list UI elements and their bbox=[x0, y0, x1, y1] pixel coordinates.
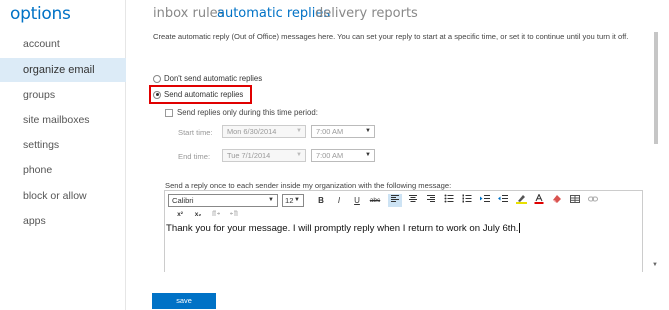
bulleted-list-button[interactable] bbox=[442, 194, 456, 207]
sidebar-item-settings[interactable]: settings bbox=[0, 133, 126, 157]
indent-button[interactable] bbox=[478, 194, 492, 207]
sidebar-item-block-or-allow[interactable]: block or allow bbox=[0, 184, 126, 208]
align-left-button[interactable] bbox=[388, 194, 402, 207]
ltr-button[interactable] bbox=[210, 210, 222, 220]
clear-formatting-button[interactable] bbox=[550, 194, 564, 207]
bulleted-list-icon bbox=[444, 194, 454, 203]
end-time-value: 7:00 AM bbox=[316, 151, 344, 160]
strikethrough-button[interactable]: abc bbox=[368, 194, 382, 207]
sidebar-item-organize-email[interactable]: organize email bbox=[0, 58, 126, 82]
reply-message-label: Send a reply once to each sender inside … bbox=[165, 181, 452, 190]
message-body[interactable]: Thank you for your message. I will promp… bbox=[166, 223, 521, 234]
bold-button[interactable]: B bbox=[314, 194, 328, 207]
sidebar-item-phone[interactable]: phone bbox=[0, 158, 126, 182]
page-description: Create automatic reply (Out of Office) m… bbox=[153, 32, 629, 41]
start-time-select[interactable]: 7:00 AM ▼ bbox=[311, 125, 375, 138]
dont-send-option[interactable]: Don't send automatic replies bbox=[153, 74, 262, 83]
superscript-button[interactable]: x² bbox=[174, 210, 186, 220]
left-to-right-icon bbox=[212, 210, 221, 216]
align-center-icon bbox=[409, 195, 417, 202]
chevron-down-icon: ▼ bbox=[268, 197, 274, 203]
tab-automatic-replies[interactable]: automatic replies bbox=[217, 6, 330, 21]
highlight-button[interactable] bbox=[514, 194, 528, 207]
message-text: Thank you for your message. I will promp… bbox=[166, 223, 519, 234]
time-period-label: Send replies only during this time perio… bbox=[177, 108, 318, 117]
tab-inbox-rules[interactable]: inbox rules bbox=[153, 6, 224, 21]
start-time-label: Start time: bbox=[178, 128, 213, 137]
end-time-label: End time: bbox=[178, 152, 211, 161]
end-time-select[interactable]: 7:00 AM ▼ bbox=[311, 149, 375, 162]
underline-button[interactable]: U bbox=[350, 194, 364, 207]
font-size-select[interactable]: 12 ▼ bbox=[282, 194, 304, 207]
chevron-down-icon: ▼ bbox=[365, 128, 371, 134]
sidebar-item-site-mailboxes[interactable]: site mailboxes bbox=[0, 108, 126, 132]
message-editor[interactable]: Calibri ▼ 12 ▼ B I U abc x² x₂ Thank you… bbox=[164, 190, 643, 272]
chevron-down-icon: ▼ bbox=[296, 152, 302, 158]
formatting-toolbar: Calibri ▼ 12 ▼ B I U abc x² x₂ bbox=[165, 191, 642, 222]
dont-send-radio[interactable] bbox=[153, 74, 161, 83]
start-date-value: Mon 6/30/2014 bbox=[227, 127, 277, 136]
page-scrollbar[interactable]: ▼ bbox=[651, 32, 661, 272]
sidebar-item-apps[interactable]: apps bbox=[0, 209, 126, 233]
font-color-icon bbox=[534, 193, 544, 204]
table-button[interactable] bbox=[568, 194, 582, 207]
time-period-option[interactable]: Send replies only during this time perio… bbox=[165, 108, 318, 117]
eraser-icon bbox=[553, 195, 561, 203]
numbered-list-button[interactable] bbox=[460, 194, 474, 207]
send-option[interactable]: Send automatic replies bbox=[153, 90, 243, 99]
send-label: Send automatic replies bbox=[164, 90, 244, 99]
end-date-select[interactable]: Tue 7/1/2014 ▼ bbox=[222, 149, 306, 162]
tab-delivery-reports[interactable]: delivery reports bbox=[315, 6, 418, 21]
end-date-value: Tue 7/1/2014 bbox=[227, 151, 271, 160]
link-button[interactable] bbox=[586, 194, 600, 207]
text-cursor bbox=[519, 223, 521, 234]
sidebar: options account organize email groups si… bbox=[0, 0, 126, 310]
scroll-thumb[interactable] bbox=[654, 32, 658, 144]
indent-icon bbox=[480, 195, 490, 202]
chevron-down-icon: ▼ bbox=[296, 128, 302, 134]
rtl-button[interactable] bbox=[228, 210, 240, 220]
save-button[interactable]: save bbox=[152, 293, 216, 309]
table-icon bbox=[570, 195, 580, 203]
align-center-button[interactable] bbox=[406, 194, 420, 207]
font-family-value: Calibri bbox=[172, 196, 194, 205]
sidebar-title: options bbox=[10, 4, 71, 24]
right-to-left-icon bbox=[229, 210, 238, 216]
highlighter-icon bbox=[515, 195, 527, 204]
chevron-down-icon: ▼ bbox=[365, 152, 371, 158]
scroll-down-icon[interactable]: ▼ bbox=[652, 262, 658, 268]
font-size-value: 12 bbox=[285, 196, 294, 205]
time-period-checkbox[interactable] bbox=[165, 108, 173, 117]
align-right-button[interactable] bbox=[424, 194, 438, 207]
italic-button[interactable]: I bbox=[332, 194, 346, 207]
font-color-button[interactable] bbox=[532, 193, 546, 207]
outdent-icon bbox=[498, 195, 508, 202]
dont-send-label: Don't send automatic replies bbox=[164, 74, 263, 83]
start-time-value: 7:00 AM bbox=[316, 127, 344, 136]
link-icon bbox=[588, 196, 598, 202]
sidebar-item-account[interactable]: account bbox=[0, 32, 126, 56]
align-right-icon bbox=[427, 195, 435, 202]
outdent-button[interactable] bbox=[496, 194, 510, 207]
subscript-button[interactable]: x₂ bbox=[192, 210, 204, 220]
chevron-down-icon: ▼ bbox=[294, 197, 300, 203]
numbered-list-icon bbox=[462, 194, 472, 203]
send-radio[interactable] bbox=[153, 90, 161, 99]
sidebar-item-groups[interactable]: groups bbox=[0, 83, 126, 107]
align-left-icon bbox=[391, 195, 399, 202]
start-date-select[interactable]: Mon 6/30/2014 ▼ bbox=[222, 125, 306, 138]
font-family-select[interactable]: Calibri ▼ bbox=[168, 194, 278, 207]
